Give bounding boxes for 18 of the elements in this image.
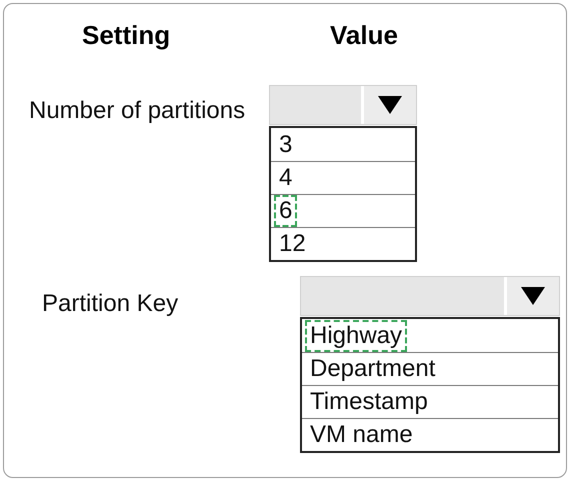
column-header: Value — [330, 19, 398, 52]
dropdown-option[interactable]: 4 — [274, 162, 298, 194]
dropdown-option[interactable]: Timestamp — [305, 386, 433, 418]
dropdown-option[interactable]: 3 — [274, 128, 298, 160]
setting-label: Partition Key — [42, 290, 178, 317]
caret-down-icon — [521, 287, 545, 305]
caret-down-icon — [378, 96, 402, 114]
dropdown-arrow-button[interactable] — [361, 86, 416, 124]
dropdown-option[interactable]: Highway — [305, 320, 408, 352]
setting-label: Number of partitions — [29, 97, 246, 124]
dropdown[interactable] — [269, 85, 417, 125]
column-header: Setting — [82, 19, 172, 52]
dropdown-option[interactable]: VM name — [305, 419, 418, 451]
dropdown-option[interactable]: Department — [305, 353, 440, 385]
dropdown-arrow-button[interactable] — [504, 277, 559, 315]
dropdown-option[interactable]: 6 — [274, 195, 298, 227]
dropdown-option[interactable]: 12 — [274, 228, 311, 260]
dropdown[interactable] — [300, 276, 560, 316]
